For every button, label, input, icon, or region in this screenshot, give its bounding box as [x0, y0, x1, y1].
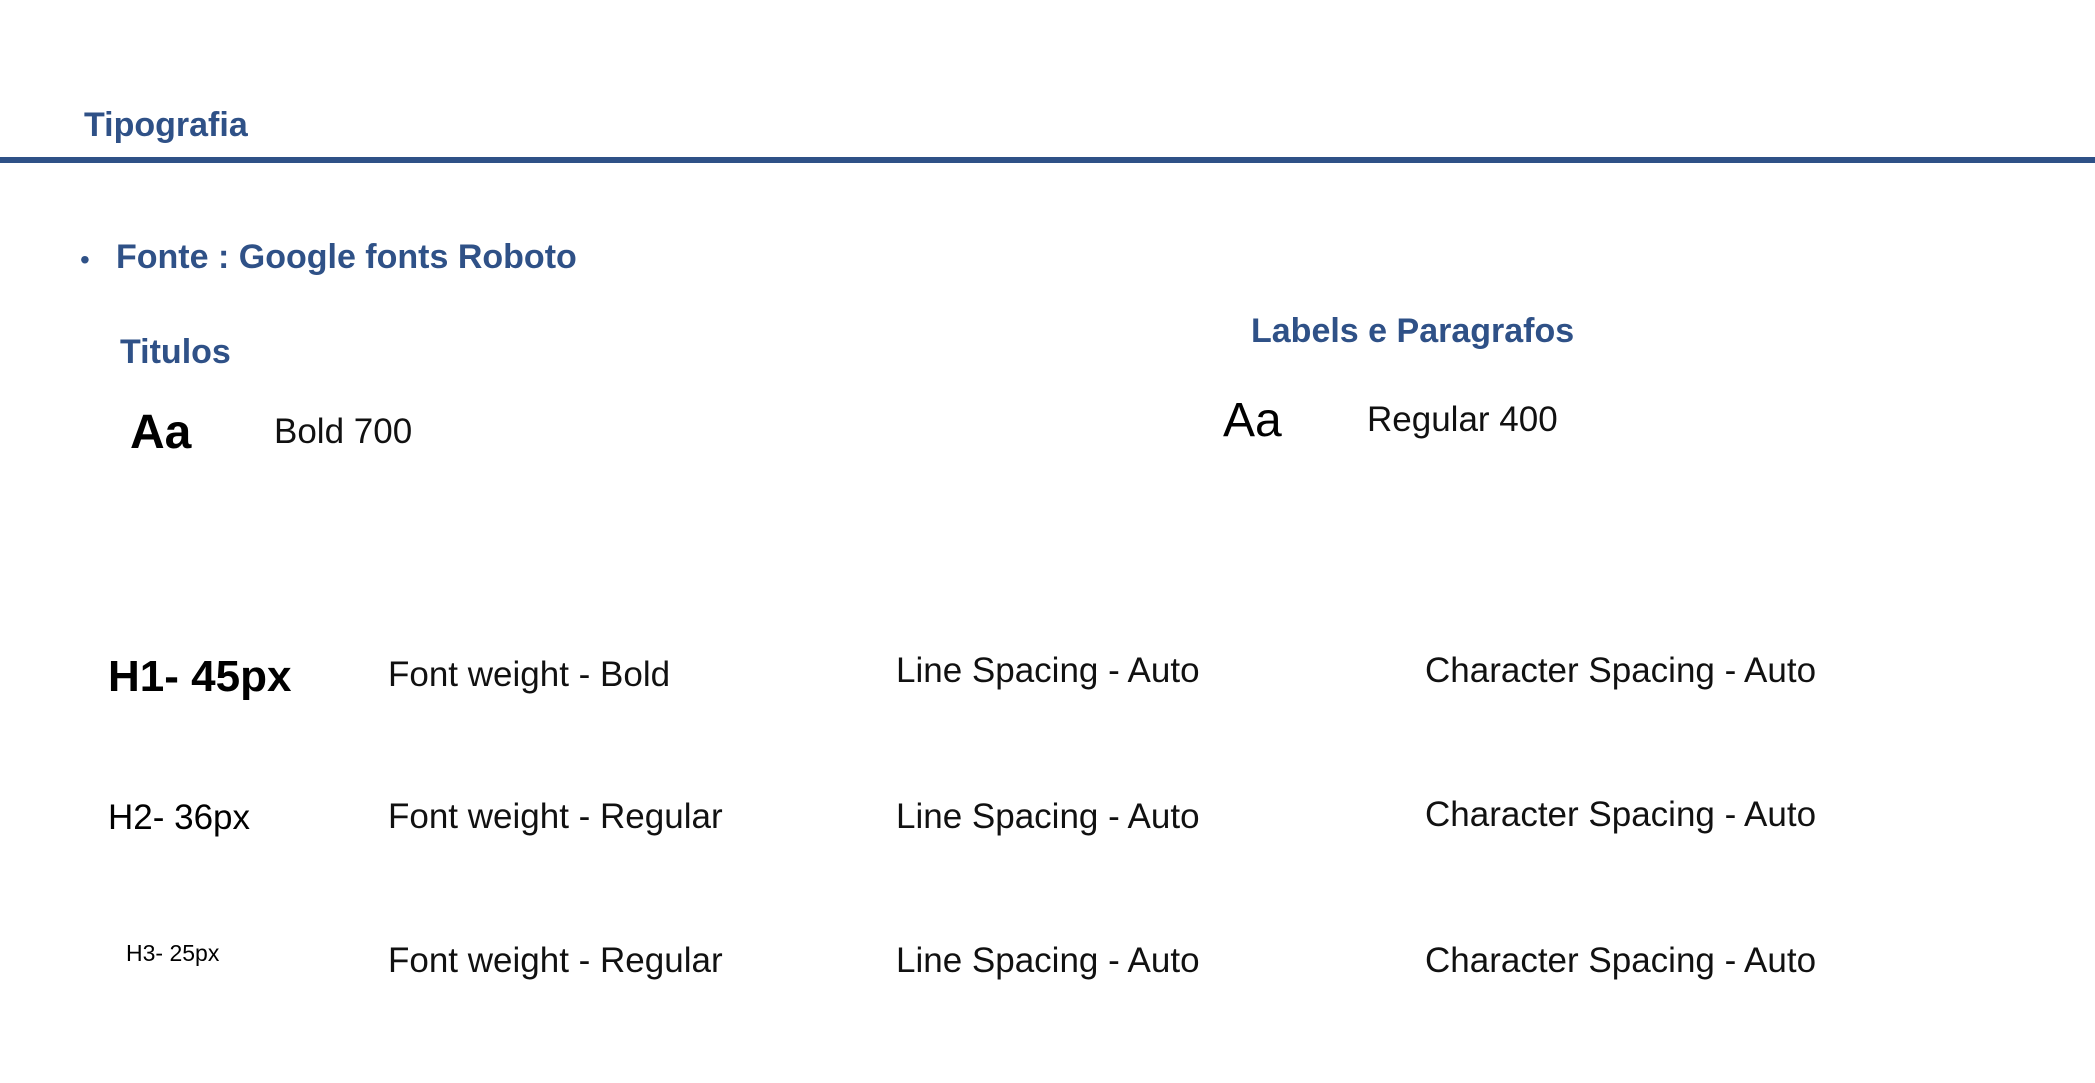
h3-font-weight: Font weight - Regular: [388, 941, 723, 980]
bold-weight-label: Bold 700: [274, 412, 413, 451]
page-title: Tipografia: [84, 106, 248, 144]
regular-weight-label: Regular 400: [1367, 400, 1558, 439]
h2-character-spacing: Character Spacing - Auto: [1425, 795, 1817, 834]
h2-spec-name: H2- 36px: [108, 798, 251, 837]
h2-line-spacing: Line Spacing - Auto: [896, 797, 1200, 836]
h3-line-spacing: Line Spacing - Auto: [896, 941, 1200, 980]
font-family-line: Fonte : Google fonts Roboto: [116, 238, 577, 276]
bullet-icon: •: [80, 244, 90, 275]
h3-character-spacing: Character Spacing - Auto: [1425, 941, 1817, 980]
regular-sample-glyph: Aa: [1223, 394, 1282, 447]
h1-character-spacing: Character Spacing - Auto: [1425, 651, 1817, 690]
h1-line-spacing: Line Spacing - Auto: [896, 651, 1200, 690]
title-divider: [0, 157, 2095, 163]
titulos-heading: Titulos: [120, 333, 231, 371]
h3-spec-name: H3- 25px: [126, 940, 220, 966]
labels-heading: Labels e Paragrafos: [1251, 312, 1575, 350]
h1-spec-name: H1- 45px: [108, 652, 292, 701]
h2-font-weight: Font weight - Regular: [388, 797, 723, 836]
h1-font-weight: Font weight - Bold: [388, 655, 671, 694]
bold-sample-glyph: Aa: [130, 406, 192, 459]
